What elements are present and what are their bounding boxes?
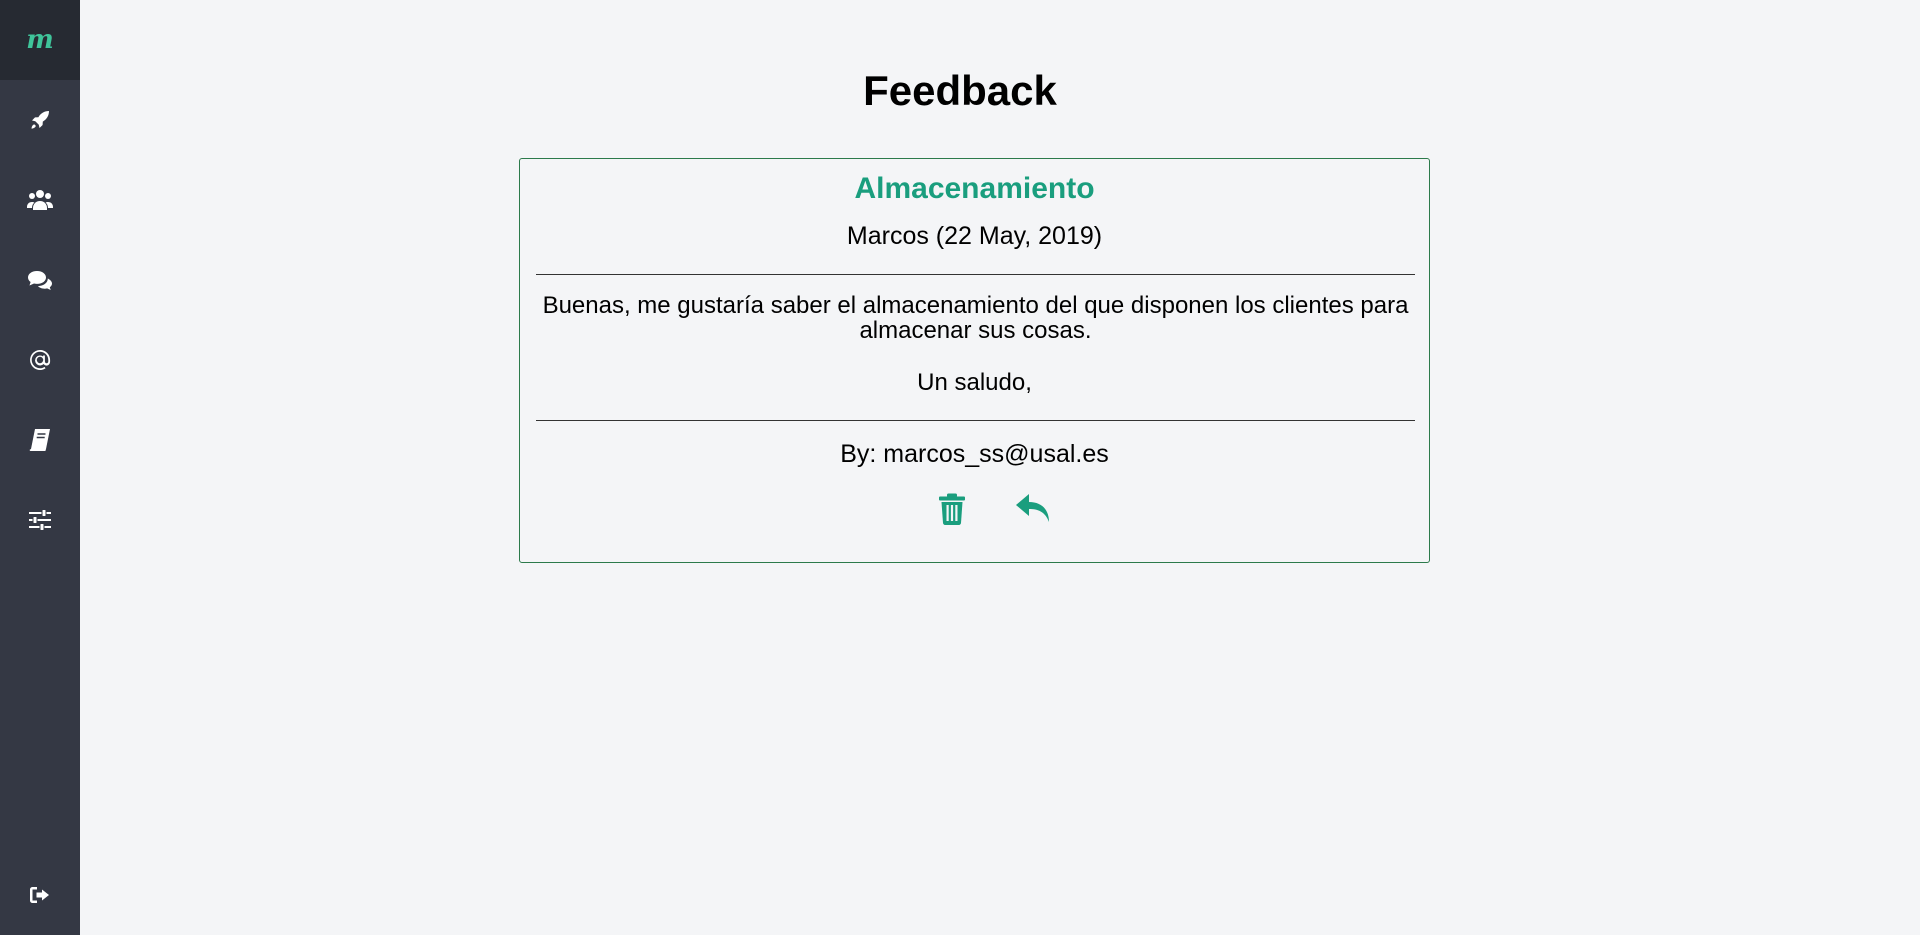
- chat-icon: [28, 271, 52, 290]
- trash-icon: [939, 493, 965, 525]
- sidebar: m: [0, 0, 80, 935]
- at-icon: [30, 349, 51, 370]
- logout-button[interactable]: [0, 855, 80, 935]
- divider: [536, 274, 1415, 275]
- sidebar-item-settings[interactable]: [0, 480, 80, 560]
- sidebar-item-email[interactable]: [0, 320, 80, 400]
- delete-button[interactable]: [932, 489, 972, 529]
- sliders-icon: [29, 509, 51, 531]
- feedback-meta: Marcos (22 May, 2019): [846, 222, 1103, 250]
- sidebar-item-messages[interactable]: [0, 240, 80, 320]
- feedback-author: By: marcos_ss@usal.es: [840, 440, 1109, 468]
- feedback-card: Almacenamiento Marcos (22 May, 2019) Bue…: [519, 158, 1430, 563]
- feedback-body: Buenas, me gustaría saber el almacenamie…: [536, 293, 1415, 343]
- app-logo[interactable]: m: [0, 0, 80, 80]
- sidebar-item-users[interactable]: [0, 160, 80, 240]
- logo-text: m: [26, 25, 54, 55]
- sidebar-item-docs[interactable]: [0, 400, 80, 480]
- main-content: Feedback Almacenamiento Marcos (22 May, …: [80, 0, 1920, 935]
- rocket-icon: [31, 111, 49, 129]
- feedback-subject: Almacenamiento: [854, 172, 1095, 205]
- sidebar-item-launch[interactable]: [0, 80, 80, 160]
- divider: [536, 420, 1415, 421]
- logout-icon: [30, 887, 49, 903]
- users-icon: [27, 190, 53, 210]
- reply-button[interactable]: [1014, 489, 1054, 529]
- feedback-message: Buenas, me gustaría saber el almacenamie…: [542, 292, 1409, 344]
- page-title: Feedback: [863, 67, 1057, 114]
- feedback-signoff: Un saludo,: [917, 369, 1032, 396]
- book-icon: [29, 429, 50, 451]
- reply-icon: [1016, 494, 1049, 522]
